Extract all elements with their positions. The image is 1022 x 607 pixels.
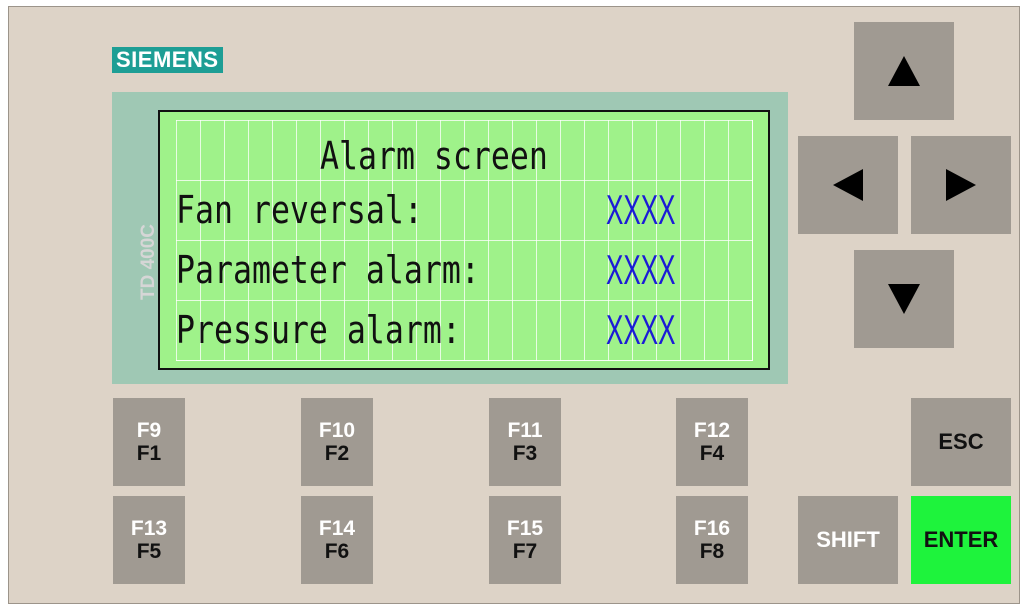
key-shift-label: F14: [318, 517, 356, 540]
left-arrow-button[interactable]: [798, 136, 898, 234]
lcd-row-pressure-alarm: Pressure alarm: XXXX: [176, 300, 752, 360]
key-shift-label: F10: [318, 419, 356, 442]
f4-f12-button[interactable]: F12 F4: [676, 398, 748, 486]
model-label: TD 400C: [138, 223, 159, 300]
key-label: F5: [136, 540, 162, 563]
key-label: F7: [512, 540, 538, 563]
lcd-title: Alarm screen: [320, 134, 548, 178]
key-shift-label: F15: [506, 517, 544, 540]
arrow-right-icon: [946, 169, 976, 201]
arrow-down-icon: [888, 284, 920, 314]
f2-f10-button[interactable]: F10 F2: [301, 398, 373, 486]
lcd-row-value: XXXX: [606, 246, 676, 293]
f7-f15-button[interactable]: F15 F7: [489, 496, 561, 584]
lcd-row-fan-reversal: Fan reversal: XXXX: [176, 180, 752, 240]
lcd-row-label: Parameter alarm:: [176, 248, 480, 292]
key-label: F4: [699, 442, 725, 465]
f6-f14-button[interactable]: F14 F6: [301, 496, 373, 584]
key-shift-label: F12: [693, 419, 731, 442]
lcd-display: Alarm screen Fan reversal: XXXX Paramete…: [158, 110, 770, 370]
down-arrow-button[interactable]: [854, 250, 954, 348]
f5-f13-button[interactable]: F13 F5: [113, 496, 185, 584]
arrow-left-icon: [833, 169, 863, 201]
enter-button[interactable]: ENTER: [911, 496, 1011, 584]
key-shift-label: F13: [130, 517, 168, 540]
lcd-row-parameter-alarm: Parameter alarm: XXXX: [176, 240, 752, 300]
lcd-row-label: Pressure alarm:: [176, 308, 461, 352]
right-arrow-button[interactable]: [911, 136, 1011, 234]
lcd-row-value: XXXX: [606, 186, 676, 233]
up-arrow-button[interactable]: [854, 22, 954, 120]
key-label: F6: [324, 540, 350, 563]
f3-f11-button[interactable]: F11 F3: [489, 398, 561, 486]
key-label: F8: [699, 540, 725, 563]
esc-button[interactable]: ESC: [911, 398, 1011, 486]
shift-button[interactable]: SHIFT: [798, 496, 898, 584]
lcd-row-value: XXXX: [606, 306, 676, 353]
f8-f16-button[interactable]: F16 F8: [676, 496, 748, 584]
key-label: F3: [512, 442, 538, 465]
f1-f9-button[interactable]: F9 F1: [113, 398, 185, 486]
brand-logo: SIEMENS: [112, 47, 223, 73]
key-label: F2: [324, 442, 350, 465]
key-shift-label: F9: [136, 419, 162, 442]
arrow-up-icon: [888, 56, 920, 86]
key-shift-label: F16: [693, 517, 731, 540]
lcd-row-label: Fan reversal:: [176, 188, 423, 232]
key-label: F1: [136, 442, 162, 465]
key-shift-label: F11: [507, 419, 543, 442]
